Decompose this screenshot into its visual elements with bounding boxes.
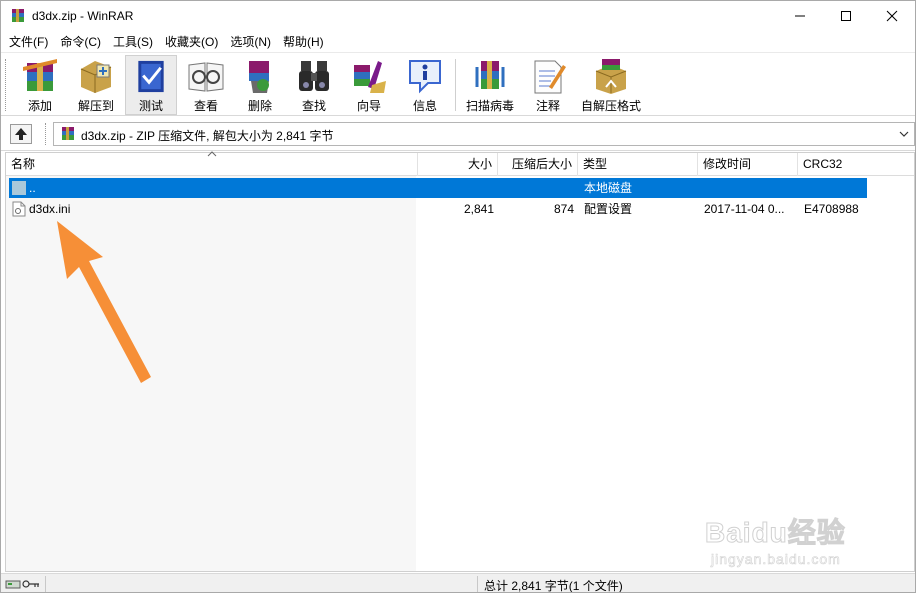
winrar-window: d3dx.zip - WinRAR 文件(F) 命令(C) 工具(S) 收藏夹(… [0, 0, 916, 593]
column-header-crc[interactable]: CRC32 [798, 153, 914, 176]
up-folder-button[interactable] [10, 124, 32, 144]
parent-folder-icon [12, 181, 26, 195]
wizard-icon [354, 61, 386, 93]
toolbar-find-button[interactable]: 查找 [289, 55, 339, 115]
virus-scan-icon [475, 61, 505, 89]
row-crc [804, 178, 866, 198]
row-modified [704, 178, 800, 198]
toolbar-wizard-label: 向导 [356, 99, 381, 113]
up-arrow-icon [15, 128, 27, 140]
add-archive-icon [23, 59, 57, 91]
toolbar-view-button[interactable]: 查看 [181, 55, 231, 115]
delete-icon [249, 61, 269, 93]
maximize-button[interactable] [823, 1, 869, 31]
annotation-arrow-icon [57, 221, 151, 383]
menu-favorites[interactable]: 收藏夹(O) [159, 32, 224, 52]
address-bar: d3dx.zip - ZIP 压缩文件, 解包大小为 2,841 字节 [1, 117, 915, 151]
chevron-down-icon [899, 131, 909, 137]
menu-tools[interactable]: 工具(S) [107, 32, 159, 52]
toolbar-comment-button[interactable]: 注释 [523, 55, 573, 115]
toolbar: 添加 解压到 测试 查看 删除 查找 向导 信息 扫描病毒 注释 自解压格式 [1, 52, 915, 116]
column-header-name-label: 名称 [11, 157, 36, 171]
menu-file[interactable]: 文件(F) [3, 32, 54, 52]
status-total-text: 总计 2,841 字节(1 个文件) [484, 579, 623, 593]
toolbar-comment-label: 注释 [535, 99, 560, 113]
minimize-icon [795, 15, 805, 17]
file-list-header: 名称 大小 压缩后大小 类型 修改时间 CRC32 [6, 151, 914, 176]
toolbar-extract-button[interactable]: 解压到 [69, 55, 123, 115]
row-size: 2,841 [463, 202, 494, 216]
window-title: d3dx.zip - WinRAR [32, 9, 134, 23]
address-dropdown-button[interactable] [896, 126, 912, 142]
table-row[interactable]: .. 本地磁盘 [9, 178, 867, 198]
toolbar-sfx-button[interactable]: 自解压格式 [577, 55, 645, 115]
toolbar-wizard-button[interactable]: 向导 [343, 55, 395, 115]
status-bar: 总计 2,841 字节(1 个文件) [1, 573, 915, 593]
toolbar-separator [455, 59, 456, 111]
row-name: .. [29, 181, 36, 195]
toolbar-test-button[interactable]: 测试 [125, 55, 177, 115]
winrar-app-icon [12, 9, 24, 22]
toolbar-add-label: 添加 [27, 99, 52, 113]
watermark-url: jingyan.baidu.com [711, 551, 841, 568]
menu-commands[interactable]: 命令(C) [54, 32, 107, 52]
sfx-icon [595, 59, 627, 94]
row-type: 配置设置 [584, 202, 633, 216]
toolbar-extract-label: 解压到 [77, 99, 114, 113]
table-row[interactable]: d3dx.ini 2,841 874 配置设置 2017-11-04 0... … [9, 199, 867, 219]
column-header-modified[interactable]: 修改时间 [698, 153, 798, 176]
row-packed: 874 [553, 202, 574, 216]
toolbar-add-button[interactable]: 添加 [15, 55, 65, 115]
column-header-size[interactable]: 大小 [418, 153, 498, 176]
toolbar-virus-scan-button[interactable]: 扫描病毒 [461, 55, 519, 115]
menu-bar: 文件(F) 命令(C) 工具(S) 收藏夹(O) 选项(N) 帮助(H) [1, 32, 915, 52]
test-archive-icon [138, 60, 164, 93]
archive-icon [62, 127, 74, 140]
toolbar-delete-button[interactable]: 删除 [235, 55, 285, 115]
extract-to-icon [80, 61, 112, 93]
info-icon [409, 60, 441, 94]
status-separator [477, 576, 478, 592]
drive-key-icon [5, 580, 39, 589]
toolbar-test-label: 测试 [138, 99, 163, 113]
row-modified: 2017-11-04 0... [704, 202, 785, 216]
find-icon [299, 61, 329, 91]
row-type: 本地磁盘 [584, 181, 633, 195]
toolbar-info-button[interactable]: 信息 [399, 55, 451, 115]
maximize-icon [841, 11, 851, 21]
minimize-button[interactable] [777, 1, 823, 31]
address-separator [45, 123, 46, 145]
watermark-brand: Baidu经验 [705, 517, 846, 549]
toolbar-info-label: 信息 [412, 99, 437, 113]
address-path-text: d3dx.zip - ZIP 压缩文件, 解包大小为 2,841 字节 [81, 129, 334, 143]
column-header-packed[interactable]: 压缩后大小 [498, 153, 578, 176]
menu-options[interactable]: 选项(N) [224, 32, 277, 52]
ini-file-icon [12, 201, 26, 217]
column-header-name[interactable]: 名称 [6, 151, 418, 176]
row-size [418, 178, 494, 198]
view-icon [188, 62, 224, 92]
menu-help[interactable]: 帮助(H) [277, 32, 330, 52]
column-header-type[interactable]: 类型 [578, 153, 698, 176]
baidu-watermark: Baidu经验 jingyan.baidu.com [705, 511, 875, 577]
row-crc: E4708988 [804, 202, 859, 216]
row-packed [498, 178, 574, 198]
toolbar-sfx-label: 自解压格式 [580, 99, 641, 113]
status-separator [45, 576, 46, 592]
sort-ascending-icon [207, 151, 217, 157]
row-name: d3dx.ini [29, 202, 71, 216]
close-button[interactable] [869, 1, 915, 31]
comment-icon [534, 60, 566, 94]
close-icon [886, 10, 898, 22]
toolbar-virus-scan-label: 扫描病毒 [465, 99, 514, 113]
title-bar[interactable]: d3dx.zip - WinRAR [1, 1, 915, 31]
toolbar-grip[interactable] [5, 59, 8, 111]
toolbar-find-label: 查找 [301, 99, 326, 113]
address-path-field[interactable]: d3dx.zip - ZIP 压缩文件, 解包大小为 2,841 字节 [53, 122, 915, 146]
toolbar-view-label: 查看 [193, 99, 218, 113]
toolbar-delete-label: 删除 [247, 99, 272, 113]
